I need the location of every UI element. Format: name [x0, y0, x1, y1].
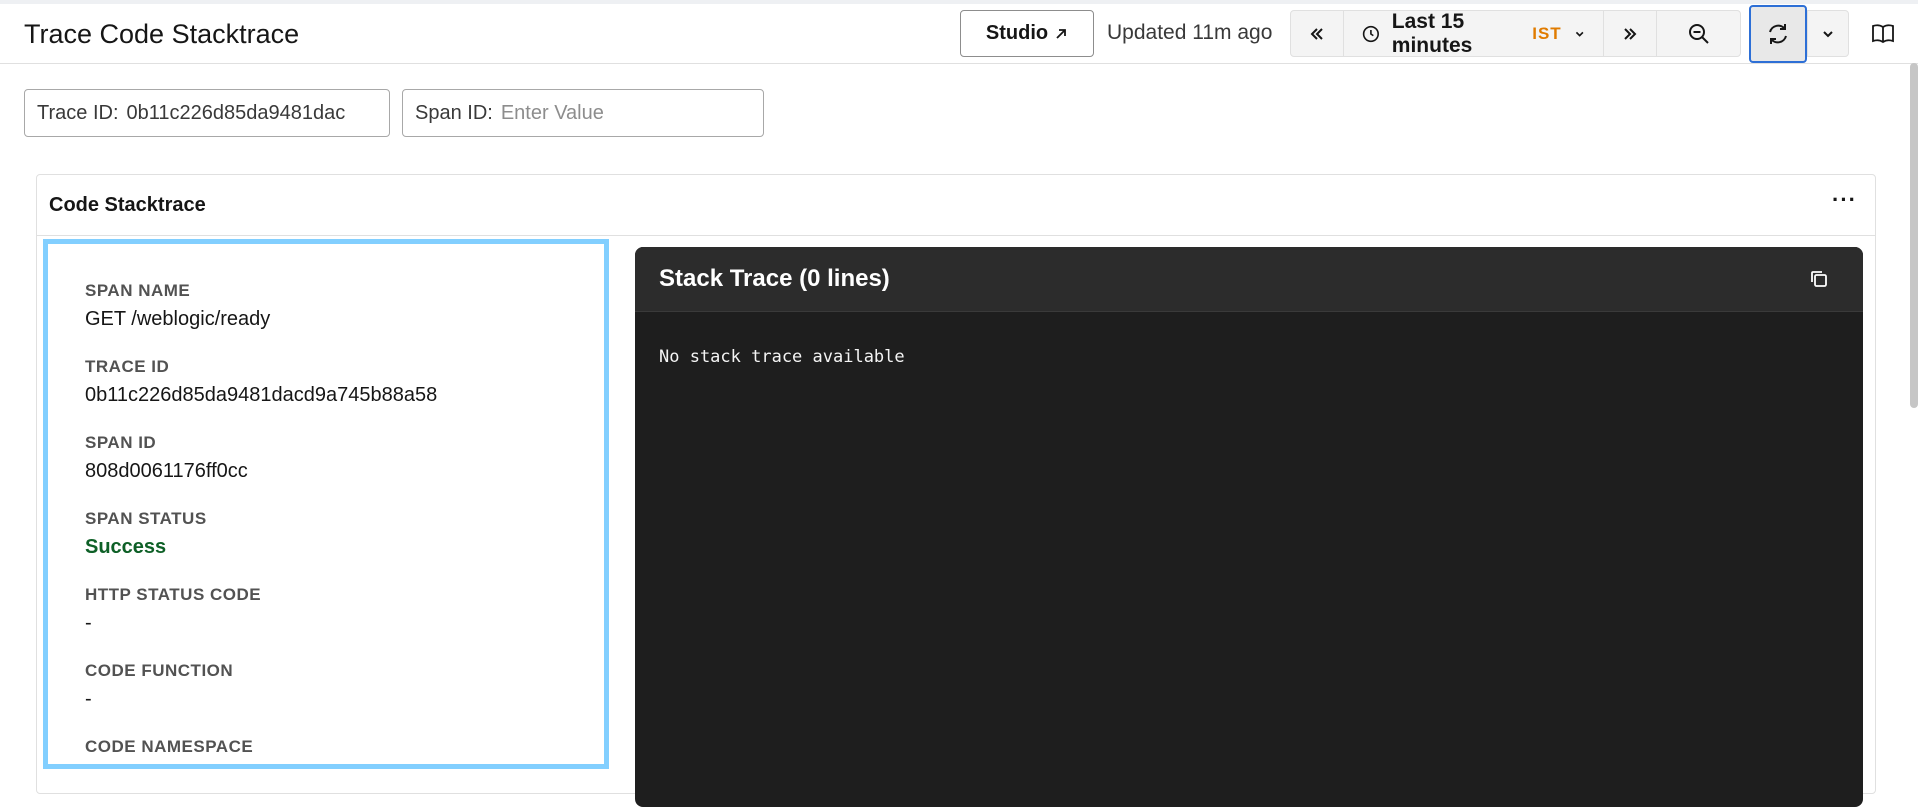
- zoom-out-icon: [1688, 23, 1709, 44]
- detail-value: 0b11c226d85da9481dacd9a745b88a58: [85, 384, 438, 406]
- span-id-field[interactable]: Span ID:: [402, 89, 764, 137]
- detail-label: CODE NAMESPACE: [85, 737, 254, 756]
- zoom-out-button[interactable]: [1657, 11, 1740, 56]
- stack-trace-viewer: Stack Trace (0 lines) No stack trace ava…: [635, 247, 1863, 807]
- detail-code-namespace: CODE NAMESPACE -: [85, 737, 254, 769]
- trace-id-field[interactable]: Trace ID: 0b11c226d85da9481dac: [24, 89, 390, 137]
- detail-span-name: SPAN NAME GET /weblogic/ready: [85, 281, 270, 331]
- panel-menu-button[interactable]: ···: [1832, 187, 1857, 213]
- shift-back-button[interactable]: [1291, 11, 1344, 56]
- arrow-up-right-icon: [1056, 28, 1067, 39]
- page-scrollbar[interactable]: [1910, 63, 1918, 408]
- panel-header: Code Stacktrace ···: [37, 175, 1875, 236]
- code-stacktrace-panel: Code Stacktrace ··· SPAN NAME GET /weblo…: [36, 174, 1876, 807]
- timezone-badge: IST: [1532, 23, 1562, 43]
- studio-button[interactable]: Studio: [960, 10, 1094, 57]
- updated-status: Updated 11m ago: [1107, 21, 1273, 44]
- chevrons-left-icon: [1310, 27, 1323, 40]
- shift-forward-button[interactable]: [1604, 11, 1657, 56]
- span-id-input[interactable]: [500, 101, 741, 125]
- chevron-down-icon: [1823, 30, 1833, 37]
- span-details-card: SPAN NAME GET /weblogic/ready TRACE ID 0…: [43, 239, 609, 769]
- panel-title: Code Stacktrace: [49, 194, 206, 216]
- detail-span-status: SPAN STATUS Success: [85, 509, 207, 559]
- time-range-picker[interactable]: Last 15 minutes IST: [1344, 9, 1604, 57]
- detail-label: TRACE ID: [85, 357, 170, 376]
- refresh-button[interactable]: [1749, 5, 1807, 63]
- chevron-down-icon: [1575, 31, 1584, 37]
- detail-value: GET /weblogic/ready: [85, 308, 271, 330]
- trace-id-value: 0b11c226d85da9481dac: [126, 101, 346, 124]
- detail-label: CODE FUNCTION: [85, 661, 234, 680]
- detail-label: HTTP STATUS CODE: [85, 585, 262, 604]
- time-range-bar: Last 15 minutes IST: [1290, 10, 1741, 57]
- docs-button[interactable]: [1870, 22, 1896, 51]
- detail-label: SPAN STATUS: [85, 509, 207, 528]
- status-badge: Success: [85, 536, 167, 558]
- time-range-label: Last 15 minutes: [1391, 9, 1473, 57]
- copy-icon: [1811, 271, 1827, 287]
- chevrons-right-icon: [1624, 27, 1637, 40]
- page-title: Trace Code Stacktrace: [24, 19, 300, 49]
- copy-button[interactable]: [1809, 269, 1829, 294]
- book-icon: [1872, 24, 1894, 44]
- refresh-interval-dropdown[interactable]: [1807, 11, 1848, 56]
- refresh-control: [1749, 5, 1849, 63]
- detail-http-status-code: HTTP STATUS CODE -: [85, 585, 261, 635]
- stack-trace-header: Stack Trace (0 lines): [635, 247, 1863, 312]
- trace-id-label: Trace ID:: [37, 101, 119, 124]
- detail-label: SPAN ID: [85, 433, 157, 452]
- page-header: Trace Code Stacktrace Studio Updated 11m…: [0, 4, 1918, 64]
- detail-label: SPAN NAME: [85, 281, 191, 300]
- stack-trace-title: Stack Trace (0 lines): [659, 265, 890, 292]
- stack-trace-content: No stack trace available: [659, 347, 905, 367]
- detail-value: -: [85, 688, 92, 710]
- detail-span-id: SPAN ID 808d0061176ff0cc: [85, 433, 248, 483]
- clock-icon: [1362, 25, 1379, 42]
- span-id-label: Span ID:: [415, 101, 493, 124]
- detail-value: -: [85, 764, 253, 769]
- studio-label: Studio: [985, 22, 1049, 44]
- detail-value: -: [85, 612, 92, 634]
- detail-value: 808d0061176ff0cc: [85, 460, 248, 482]
- detail-trace-id: TRACE ID 0b11c226d85da9481dacd9a745b88a5…: [85, 357, 437, 407]
- refresh-icon: [1769, 24, 1787, 44]
- detail-code-function: CODE FUNCTION -: [85, 661, 233, 711]
